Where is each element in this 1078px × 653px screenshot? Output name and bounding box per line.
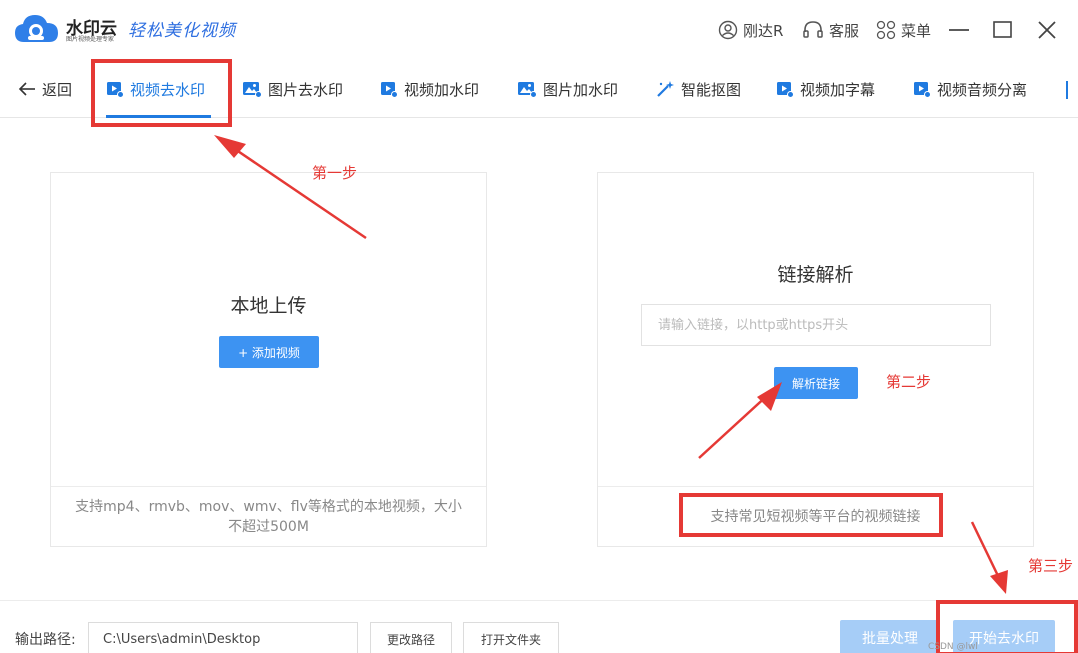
bottom-bar: 输出路径: 更改路径 打开文件夹 批量处理 开始去水印: [0, 600, 1078, 653]
add-video-button[interactable]: + 添加视频: [219, 336, 319, 368]
maximize-button[interactable]: [992, 16, 1019, 44]
video-icon: [777, 82, 794, 98]
local-upload-title: 本地上传: [230, 295, 307, 317]
video-icon: [914, 82, 931, 98]
tab-video-remove-watermark[interactable]: 视频去水印: [106, 60, 205, 118]
batch-process-button[interactable]: 批量处理: [840, 620, 940, 653]
local-upload-hint: 支持mp4、rmvb、mov、wmv、flv等格式的本地视频，大小不超过500M: [51, 486, 486, 546]
tab-label: 视频去水印: [130, 80, 206, 99]
tab-video-audio-separate[interactable]: 视频音频分离: [913, 60, 1027, 118]
app-logo: 水印云 图片视频处理专家: [14, 12, 117, 46]
tab-label: 智能抠图: [681, 80, 742, 99]
magic-wand-icon: [657, 81, 674, 97]
image-icon: [518, 82, 537, 98]
user-name: 刚达R: [743, 21, 784, 40]
arrow-left-icon: [18, 82, 35, 96]
user-icon: [718, 20, 738, 40]
app-subtitle: 图片视频处理专家: [66, 36, 115, 43]
tab-label: 图片加水印: [543, 80, 619, 99]
tab-smart-cutout[interactable]: 智能抠图: [655, 60, 741, 118]
tab-image-remove-watermark[interactable]: 图片去水印: [242, 60, 343, 118]
minimize-icon: [949, 29, 969, 31]
link-parse-card: 链接解析 解析链接 支持常见短视频等平台的视频链接: [597, 172, 1034, 547]
open-folder-button[interactable]: 打开文件夹: [463, 622, 559, 653]
close-button[interactable]: [1036, 16, 1063, 44]
back-button[interactable]: 返回: [18, 60, 72, 118]
link-input[interactable]: [641, 304, 991, 346]
cloud-logo-icon: [14, 12, 60, 46]
user-account[interactable]: 刚达R: [718, 16, 783, 44]
video-icon: [381, 82, 398, 98]
link-parse-hint: 支持常见短视频等平台的视频链接: [598, 486, 1033, 546]
image-icon: [243, 82, 262, 98]
tab-label: 图片去水印: [268, 80, 344, 99]
tab-video-add-watermark[interactable]: 视频加水印: [380, 60, 479, 118]
parse-link-button[interactable]: 解析链接: [774, 367, 858, 399]
active-tab-indicator: [106, 115, 211, 118]
output-path-label: 输出路径:: [15, 632, 76, 648]
step1-label: 第一步: [312, 164, 358, 182]
feature-nav: 返回 视频去水印 图片去水印 视频加水印 图片加水印 智能抠图 视频加字幕 视频…: [0, 60, 1078, 118]
menu-label: 菜单: [901, 21, 932, 40]
tab-label: 视频加水印: [404, 80, 480, 99]
customer-service-button[interactable]: 客服: [802, 16, 859, 44]
tab-label: 视频音频分离: [937, 80, 1028, 99]
step2-label: 第二步: [886, 373, 932, 391]
maximize-icon: [993, 21, 1012, 38]
tab-image-add-watermark[interactable]: 图片加水印: [517, 60, 618, 118]
link-parse-title: 链接解析: [777, 264, 854, 286]
output-path-field[interactable]: [88, 622, 358, 653]
step3-label: 第三步: [1028, 557, 1074, 575]
title-bar: 水印云 图片视频处理专家 轻松美化视频 刚达R 客服 菜单: [0, 0, 1078, 60]
close-icon: [1038, 21, 1056, 39]
csdn-watermark: CSDN @lwl: [928, 642, 978, 652]
change-path-button[interactable]: 更改路径: [370, 622, 452, 653]
tab-label: 视频加字幕: [800, 80, 876, 99]
app-slogan: 轻松美化视频: [128, 21, 236, 41]
menu-button[interactable]: 菜单: [876, 16, 931, 44]
nav-scroll-marker: [1066, 81, 1068, 99]
video-icon: [107, 82, 124, 98]
minimize-button[interactable]: [948, 16, 975, 44]
tab-video-add-subtitle[interactable]: 视频加字幕: [776, 60, 875, 118]
back-label: 返回: [42, 80, 73, 99]
customer-service-label: 客服: [829, 21, 860, 40]
local-upload-card: 本地上传 + 添加视频 支持mp4、rmvb、mov、wmv、flv等格式的本地…: [50, 172, 487, 547]
headset-icon: [803, 21, 823, 38]
grid-icon: [876, 20, 896, 40]
